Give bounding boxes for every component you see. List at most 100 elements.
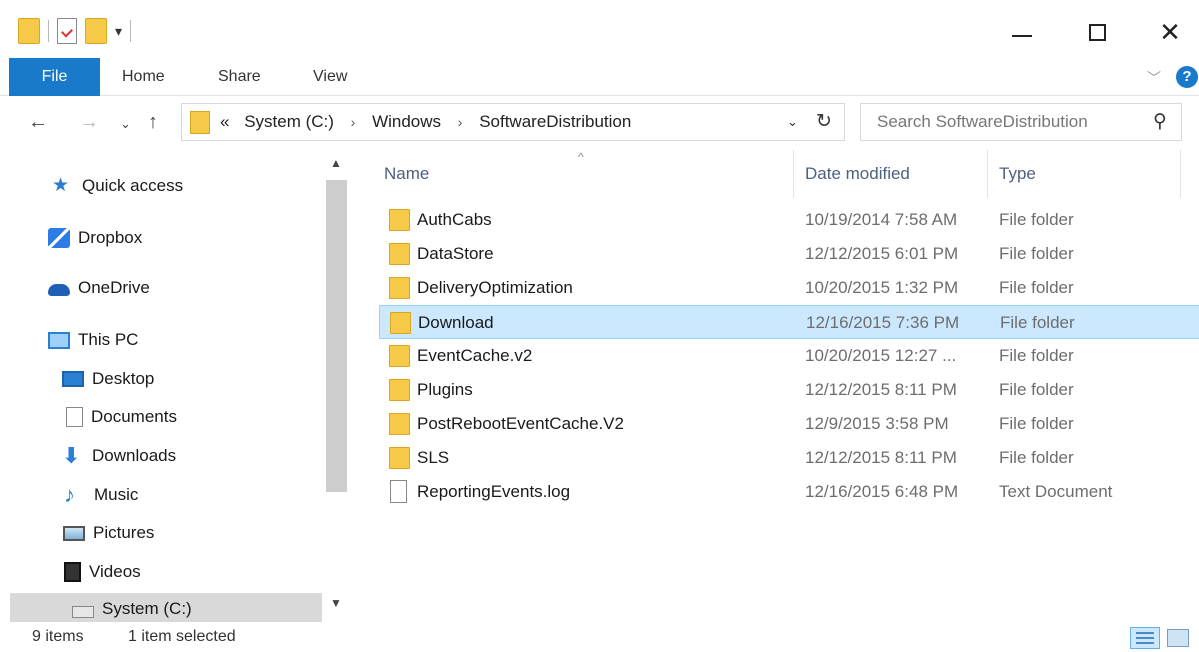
minimize-button[interactable] <box>1002 14 1042 50</box>
sidebar-item-label: Desktop <box>92 369 155 388</box>
folder-icon <box>389 345 410 367</box>
list-item[interactable]: Plugins 12/12/2015 8:11 PM File folder <box>379 373 1199 407</box>
list-item[interactable]: AuthCabs 10/19/2014 7:58 AM File folder <box>379 203 1199 237</box>
close-button[interactable]: ✕ <box>1150 14 1190 50</box>
minimize-icon <box>1012 35 1032 37</box>
folder-icon <box>389 209 410 231</box>
sidebar-item-videos[interactable]: Videos <box>0 556 322 588</box>
address-dropdown-icon[interactable]: ⌄ <box>787 114 798 130</box>
column-header-name[interactable]: Name <box>384 150 429 198</box>
sidebar-item-label: System (C:) <box>102 599 192 618</box>
column-divider[interactable] <box>987 150 988 198</box>
search-box: ⚲ <box>860 103 1182 141</box>
folder-icon <box>18 18 40 44</box>
file-name: Plugins <box>417 380 473 399</box>
sidebar-scrollbar[interactable]: ▲ ▼ <box>323 150 350 622</box>
breadcrumb-overflow[interactable]: « <box>220 112 229 131</box>
file-type: File folder <box>999 414 1074 433</box>
list-item[interactable]: ReportingEvents.log 12/16/2015 6:48 PM T… <box>379 475 1199 509</box>
sidebar-item-desktop[interactable]: Desktop <box>0 363 322 395</box>
list-item[interactable]: DeliveryOptimization 10/20/2015 1:32 PM … <box>379 271 1199 305</box>
sidebar-item-system-c[interactable]: System (C:) <box>10 593 322 625</box>
tab-file[interactable]: File <box>9 58 100 96</box>
list-item[interactable]: SLS 12/12/2015 8:11 PM File folder <box>379 441 1199 475</box>
search-input[interactable] <box>861 104 1141 140</box>
file-name: EventCache.v2 <box>417 346 533 365</box>
selection-count: 1 item selected <box>128 628 236 645</box>
file-date: 10/20/2015 12:27 ... <box>805 346 957 365</box>
ribbon: File Home Share View ﹀ ? <box>0 58 1199 96</box>
refresh-icon[interactable]: ↻ <box>816 110 832 133</box>
sidebar-item-this-pc[interactable]: This PC <box>0 324 322 356</box>
list-item[interactable]: EventCache.v2 10/20/2015 12:27 ... File … <box>379 339 1199 373</box>
breadcrumb-item-windows[interactable]: Windows <box>372 112 441 131</box>
pictures-icon <box>63 525 85 541</box>
file-date: 12/16/2015 6:48 PM <box>805 482 959 501</box>
file-name: PostRebootEventCache.V2 <box>417 414 624 433</box>
toolbar-divider <box>130 20 132 42</box>
scroll-down-icon[interactable]: ▼ <box>330 596 342 610</box>
back-button[interactable]: ← <box>28 111 48 134</box>
column-header-date-modified[interactable]: Date modified <box>805 150 910 198</box>
search-icon[interactable]: ⚲ <box>1153 110 1167 133</box>
file-type: File folder <box>1000 313 1075 332</box>
tab-share[interactable]: Share <box>218 58 261 96</box>
details-view-icon[interactable] <box>1130 627 1160 649</box>
file-name: AuthCabs <box>417 210 492 229</box>
quick-access-toolbar: ▾ <box>18 18 132 44</box>
list-item[interactable]: DataStore 12/12/2015 6:01 PM File folder <box>379 237 1199 271</box>
expand-ribbon-icon[interactable]: ﹀ <box>1147 68 1161 88</box>
list-item[interactable]: PostRebootEventCache.V2 12/9/2015 3:58 P… <box>379 407 1199 441</box>
sidebar-item-quick-access[interactable]: ★ Quick access <box>0 170 322 202</box>
folder-icon <box>389 277 410 299</box>
breadcrumb-item-system[interactable]: System (C:) <box>244 112 334 131</box>
folder-icon <box>389 379 410 401</box>
sidebar-item-music[interactable]: ♪ Music <box>0 479 322 511</box>
breadcrumb-separator[interactable]: › <box>458 114 463 130</box>
music-icon: ♪ <box>64 482 75 507</box>
column-divider[interactable] <box>1180 150 1181 198</box>
sidebar-item-onedrive[interactable]: OneDrive <box>0 272 322 304</box>
maximize-button[interactable] <box>1077 14 1117 50</box>
breadcrumb-item-softwaredistribution[interactable]: SoftwareDistribution <box>479 112 631 131</box>
file-name: SLS <box>417 448 450 467</box>
sidebar-item-label: Downloads <box>92 446 177 465</box>
file-date: 12/9/2015 3:58 PM <box>805 414 949 433</box>
drive-icon <box>72 606 94 618</box>
maximize-icon <box>1088 23 1106 41</box>
videos-icon <box>64 562 81 582</box>
up-button[interactable]: ↑ <box>148 111 158 134</box>
file-date: 10/20/2015 1:32 PM <box>805 278 959 297</box>
help-icon[interactable]: ? <box>1176 66 1198 88</box>
scroll-up-icon[interactable]: ▲ <box>330 156 342 170</box>
forward-button[interactable]: → <box>79 111 99 134</box>
sidebar-item-label: Music <box>94 485 139 504</box>
new-folder-icon[interactable] <box>85 18 107 44</box>
list-item-selected[interactable]: Download 12/16/2015 7:36 PM File folder <box>379 305 1199 339</box>
desktop-icon <box>62 371 84 387</box>
sort-ascending-icon: ^ <box>578 150 584 164</box>
folder-icon <box>389 447 410 469</box>
breadcrumb-separator[interactable]: › <box>351 114 356 130</box>
address-bar[interactable]: « System (C:) › Windows › SoftwareDistri… <box>181 103 845 141</box>
file-name: DeliveryOptimization <box>417 278 573 297</box>
title-bar: ▾ ✕ <box>0 0 1199 58</box>
file-date: 12/12/2015 6:01 PM <box>805 244 959 263</box>
recent-locations-icon[interactable]: ⌄ <box>120 116 131 132</box>
tab-home[interactable]: Home <box>122 58 165 96</box>
properties-icon[interactable] <box>57 18 77 44</box>
file-type: File folder <box>999 278 1074 297</box>
customize-toolbar-icon[interactable]: ▾ <box>115 23 122 40</box>
file-type: File folder <box>999 448 1074 467</box>
breadcrumb: « System (C:) › Windows › SoftwareDistri… <box>220 104 631 142</box>
column-divider[interactable] <box>793 150 794 198</box>
sidebar-item-downloads[interactable]: ⬇ Downloads <box>0 440 322 472</box>
tab-view[interactable]: View <box>313 58 347 96</box>
column-header-type[interactable]: Type <box>999 150 1036 198</box>
scrollbar-thumb[interactable] <box>326 180 347 492</box>
sidebar-item-label: OneDrive <box>78 278 150 297</box>
sidebar-item-documents[interactable]: Documents <box>0 401 322 433</box>
large-icons-view-icon[interactable] <box>1167 629 1189 647</box>
sidebar-item-dropbox[interactable]: Dropbox <box>0 222 322 254</box>
sidebar-item-pictures[interactable]: Pictures <box>0 517 322 549</box>
